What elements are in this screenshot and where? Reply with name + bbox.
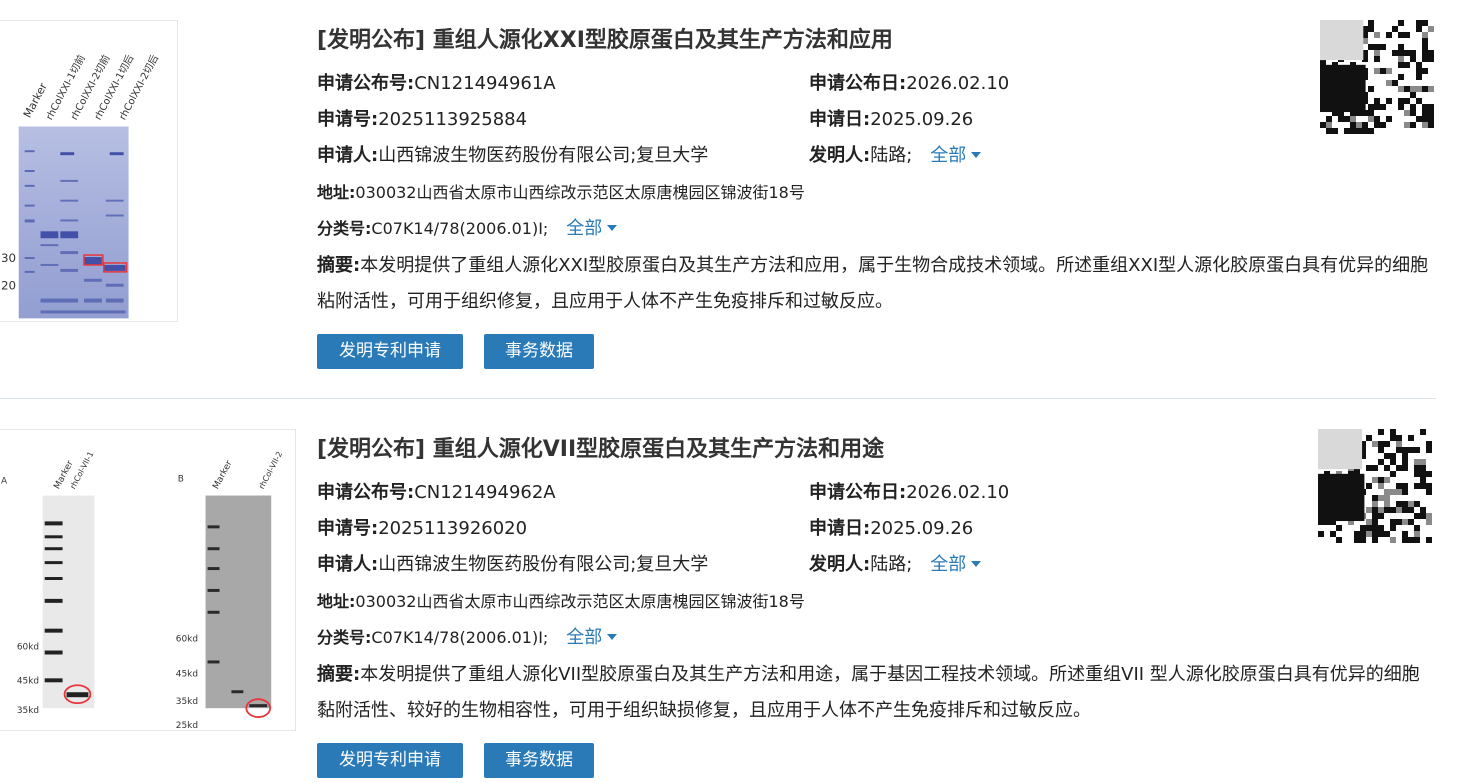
field-label: 申请号: xyxy=(317,109,379,130)
patent-figure-thumbnail[interactable]: Marker rhColXXI-1切前 rhColXXI-2切前 rhColXX… xyxy=(0,20,178,322)
patent-title[interactable]: [发明公布] 重组人源化XXI型胶原蛋白及其生产方法和应用 xyxy=(317,22,893,54)
gel-electrophoresis-image: A Marker rhCol-VII-1 60kd 45kd 35kd B Ma… xyxy=(0,430,295,730)
invention-application-button[interactable]: 发明专利申请 xyxy=(317,743,463,778)
publication-number: CN121494961A xyxy=(414,73,556,94)
field-label: 发明人: xyxy=(809,145,871,166)
abstract: 摘要:本发明提供了重组人源化XXI型胶原蛋白及其生产方法和应用，属于生物合成技术… xyxy=(317,248,1437,320)
marker-label: 30 xyxy=(1,251,16,265)
publication-date-field: 申请公布日:2026.02.10 xyxy=(809,481,1009,505)
address: 030032山西省太原市山西综改示范区太原唐槐园区锦波街18号 xyxy=(355,592,805,611)
caret-down-icon xyxy=(971,152,982,158)
show-all-label: 全部 xyxy=(566,627,603,648)
field-label: 申请公布日: xyxy=(809,73,907,94)
field-label: 摘要: xyxy=(317,255,361,276)
patent-figure-thumbnail[interactable]: A Marker rhCol-VII-1 60kd 45kd 35kd B Ma… xyxy=(0,429,296,731)
classification-show-all-link[interactable]: 全部 xyxy=(566,218,618,239)
publication-date: 2026.02.10 xyxy=(906,482,1010,503)
applicant: 山西锦波生物医药股份有限公司;复旦大学 xyxy=(378,145,709,166)
marker-label: 45kd xyxy=(176,669,198,679)
classification-field: 分类号:C07K14/78(2006.01)I; 全部 xyxy=(317,626,618,650)
inventor-show-all-link[interactable]: 全部 xyxy=(930,554,982,575)
marker-label: 35kd xyxy=(176,697,198,707)
address-field: 地址:030032山西省太原市山西综改示范区太原唐槐园区锦波街18号 xyxy=(317,590,805,614)
field-label: 分类号: xyxy=(317,219,372,238)
applicant-field: 申请人:山西锦波生物医药股份有限公司;复旦大学 xyxy=(317,553,708,577)
inventor-field: 发明人:陆路; 全部 xyxy=(809,144,982,168)
field-label: 申请日: xyxy=(809,518,871,539)
publication-date: 2026.02.10 xyxy=(906,73,1010,94)
marker-label: 60kd xyxy=(17,643,39,653)
applicant: 山西锦波生物医药股份有限公司;复旦大学 xyxy=(378,554,709,575)
affairs-data-button[interactable]: 事务数据 xyxy=(484,334,594,369)
gel-electrophoresis-image: Marker rhColXXI-1切前 rhColXXI-2切前 rhColXX… xyxy=(0,21,177,321)
marker-label: 20 xyxy=(1,279,16,293)
publication-number-field: 申请公布号:CN121494962A xyxy=(317,481,556,505)
field-label: 申请公布号: xyxy=(317,73,415,94)
field-label: 地址: xyxy=(317,592,356,611)
panel-label: B xyxy=(178,475,184,485)
patent-record-2: A Marker rhCol-VII-1 60kd 45kd 35kd B Ma… xyxy=(0,400,1466,783)
marker-label: 25kd xyxy=(176,721,198,730)
show-all-label: 全部 xyxy=(930,554,967,575)
marker-label: 45kd xyxy=(17,676,39,686)
inventor: 陆路; xyxy=(870,554,913,575)
patent-record-1: Marker rhColXXI-1切前 rhColXXI-2切前 rhColXX… xyxy=(0,0,1466,398)
caret-down-icon xyxy=(607,634,618,640)
panel-label: A xyxy=(1,477,8,487)
affairs-data-button[interactable]: 事务数据 xyxy=(484,743,594,778)
application-number-field: 申请号:2025113926020 xyxy=(317,517,527,541)
inventor-field: 发明人:陆路; 全部 xyxy=(809,553,982,577)
application-date-field: 申请日:2025.09.26 xyxy=(809,108,973,132)
inventor-show-all-link[interactable]: 全部 xyxy=(930,145,982,166)
classification-show-all-link[interactable]: 全部 xyxy=(566,627,618,648)
record-divider xyxy=(0,398,1436,399)
inventor: 陆路; xyxy=(870,145,913,166)
field-label: 发明人: xyxy=(809,554,871,575)
field-label: 分类号: xyxy=(317,628,372,647)
address-field: 地址:030032山西省太原市山西综改示范区太原唐槐园区锦波街18号 xyxy=(317,181,805,205)
marker-label: 35kd xyxy=(17,706,39,716)
abstract-text: 本发明提供了重组人源化XXI型胶原蛋白及其生产方法和应用，属于生物合成技术领域。… xyxy=(317,255,1429,312)
classification-field: 分类号:C07K14/78(2006.01)I; 全部 xyxy=(317,217,618,241)
abstract: 摘要:本发明提供了重组人源化VII型胶原蛋白及其生产方法和用途，属于基因工程技术… xyxy=(317,657,1437,729)
field-label: 地址: xyxy=(317,183,356,202)
application-number: 2025113926020 xyxy=(378,518,528,539)
caret-down-icon xyxy=(607,225,618,231)
application-number: 2025113925884 xyxy=(378,109,528,130)
patent-title[interactable]: [发明公布] 重组人源化VII型胶原蛋白及其生产方法和用途 xyxy=(317,431,884,463)
application-date: 2025.09.26 xyxy=(870,518,974,539)
publication-date-field: 申请公布日:2026.02.10 xyxy=(809,72,1009,96)
qr-code xyxy=(1320,20,1434,138)
application-number-field: 申请号:2025113925884 xyxy=(317,108,527,132)
abstract-text: 本发明提供了重组人源化VII型胶原蛋白及其生产方法和用途，属于基因工程技术领域。… xyxy=(317,664,1420,721)
field-label: 申请公布日: xyxy=(809,482,907,503)
application-date: 2025.09.26 xyxy=(870,109,974,130)
address: 030032山西省太原市山西综改示范区太原唐槐园区锦波街18号 xyxy=(355,183,805,202)
show-all-label: 全部 xyxy=(930,145,967,166)
field-label: 申请日: xyxy=(809,109,871,130)
marker-label: 60kd xyxy=(176,635,198,645)
publication-number-field: 申请公布号:CN121494961A xyxy=(317,72,556,96)
application-date-field: 申请日:2025.09.26 xyxy=(809,517,973,541)
qr-code xyxy=(1318,429,1434,547)
applicant-field: 申请人:山西锦波生物医药股份有限公司;复旦大学 xyxy=(317,144,708,168)
classification: C07K14/78(2006.01)I; xyxy=(371,628,549,647)
invention-application-button[interactable]: 发明专利申请 xyxy=(317,334,463,369)
field-label: 申请人: xyxy=(317,554,379,575)
field-label: 申请人: xyxy=(317,145,379,166)
field-label: 摘要: xyxy=(317,664,361,685)
field-label: 申请号: xyxy=(317,518,379,539)
caret-down-icon xyxy=(971,561,982,567)
classification: C07K14/78(2006.01)I; xyxy=(371,219,549,238)
show-all-label: 全部 xyxy=(566,218,603,239)
publication-number: CN121494962A xyxy=(414,482,556,503)
field-label: 申请公布号: xyxy=(317,482,415,503)
